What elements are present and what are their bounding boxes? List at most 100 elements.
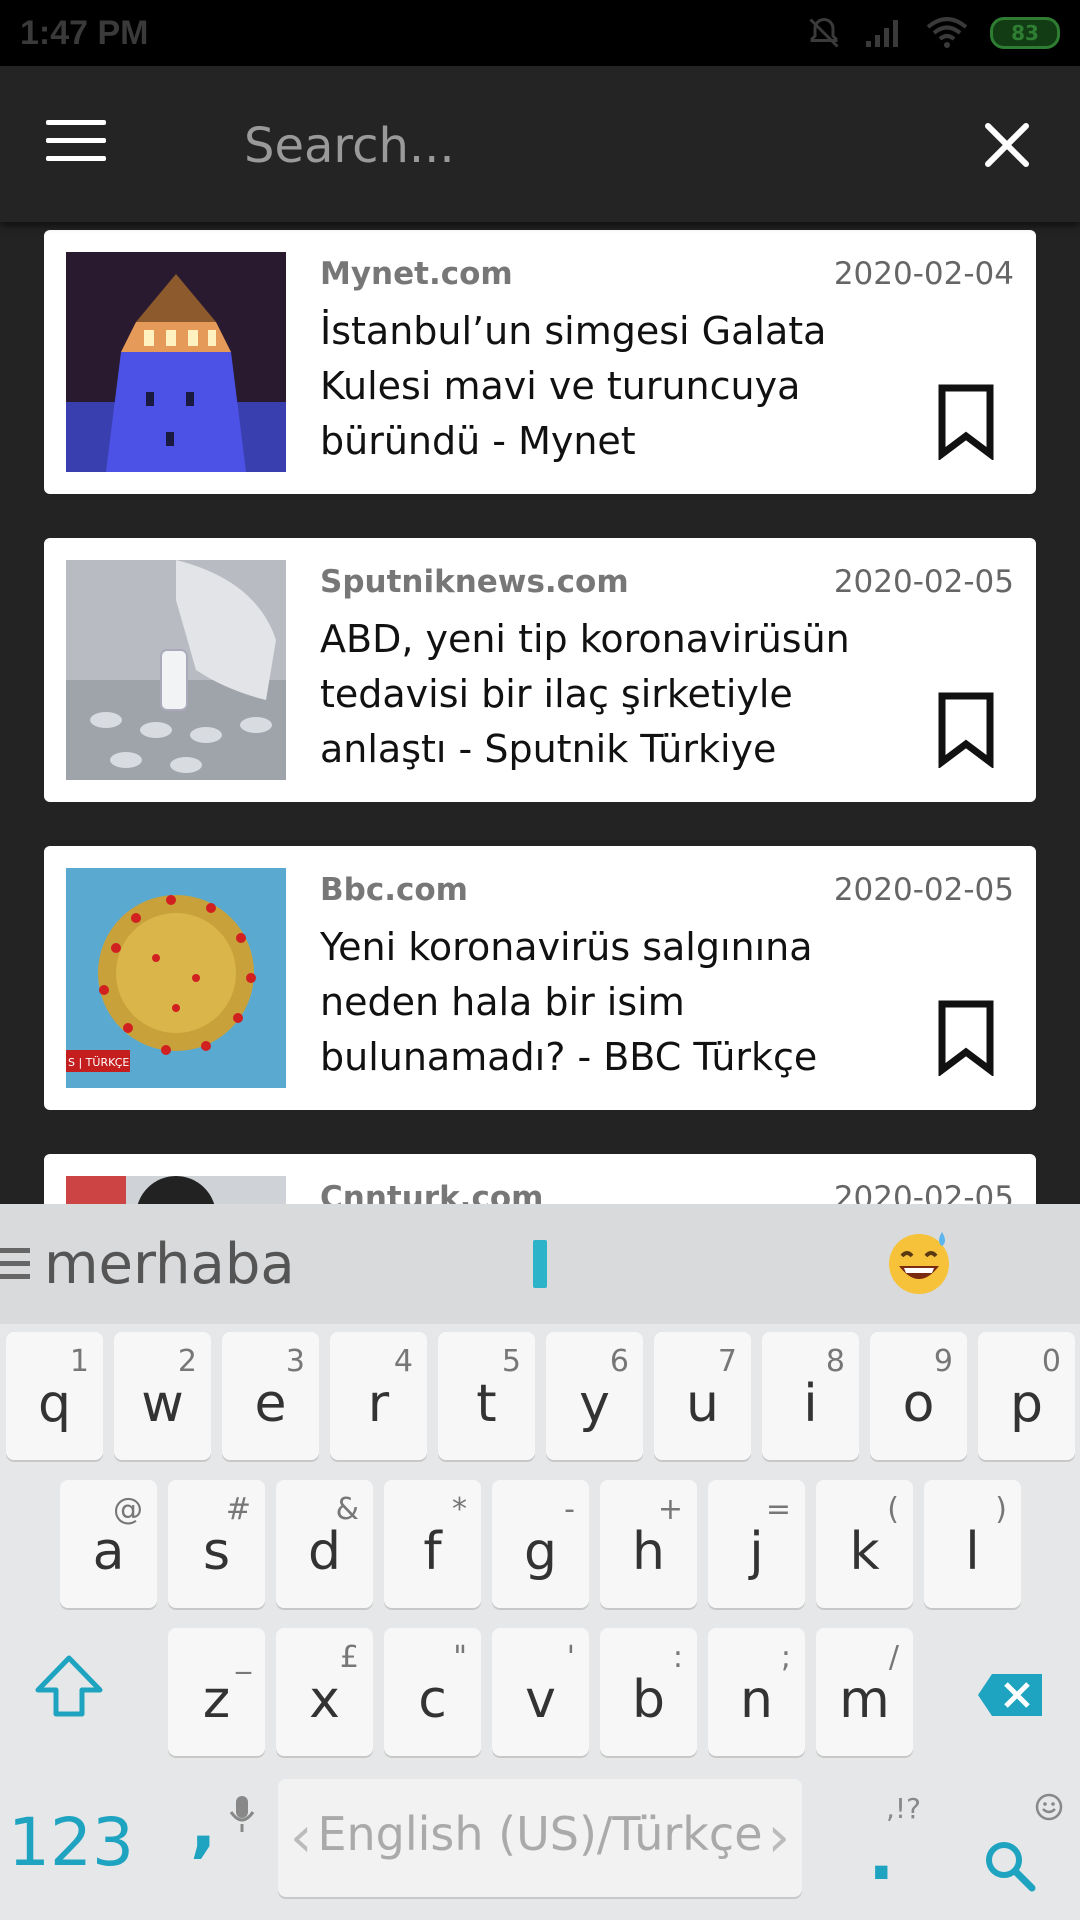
key-q[interactable]: 1q [6, 1332, 103, 1460]
key-label: b [631, 1670, 665, 1730]
key-label: v [525, 1670, 556, 1730]
article-thumbnail [66, 252, 286, 472]
suggestion-menu-icon[interactable] [0, 1248, 30, 1287]
article-source: Bbc.com [320, 872, 468, 908]
key-c[interactable]: " c [384, 1628, 481, 1756]
key-l[interactable]: ) l [924, 1480, 1021, 1608]
space-key[interactable]: ‹ English (US)/Türkçe › [278, 1779, 802, 1897]
key-label: c [418, 1670, 447, 1730]
menu-icon[interactable] [46, 120, 106, 166]
app-toolbar [0, 66, 1080, 222]
text-cursor-icon [533, 1240, 547, 1288]
key-r[interactable]: 4r [330, 1332, 427, 1460]
key-b[interactable]: :b [600, 1628, 697, 1756]
wifi-icon [926, 17, 968, 48]
article-source: Mynet.com [320, 256, 513, 292]
key-label: w [141, 1374, 184, 1434]
key-h[interactable]: + h [600, 1480, 697, 1608]
key-o[interactable]: 9o [870, 1332, 967, 1460]
key-label: e [254, 1374, 287, 1434]
close-icon[interactable] [982, 120, 1032, 170]
emoji-sweat-smile-icon[interactable] [884, 1226, 954, 1296]
key-label: f [423, 1522, 442, 1582]
key-label: h [632, 1522, 665, 1582]
key-i[interactable]: 8i [762, 1332, 859, 1460]
backspace-icon[interactable] [976, 1672, 1044, 1718]
key-label: a [92, 1522, 125, 1582]
article-thumbnail [66, 1176, 286, 1204]
key-label: o [902, 1374, 935, 1434]
news-card[interactable]: S | TÜRKÇE Bbc.com 2020-02-05 Yeni koron… [44, 846, 1036, 1110]
soft-keyboard: merhaba 1 q 2 w 3 e 4 r 5 t 6 y 7 u 8 i 9 o 0 p @ a # s & d * f - g + h… [0, 1204, 1080, 1920]
news-card[interactable]: Sputniknews.com 2020-02-05 ABD, yeni tip… [44, 538, 1036, 802]
period-key[interactable]: ,!? . [858, 1792, 948, 1896]
key-w[interactable]: 2w [114, 1332, 211, 1460]
status-bar: 1:47 PM 83 [0, 0, 1080, 66]
key-label: m [839, 1670, 890, 1730]
bookmark-icon[interactable] [936, 692, 996, 768]
article-headline: İstanbul’un simgesi Galata Kulesi mavi v… [320, 309, 827, 463]
key-f[interactable]: * f [384, 1480, 481, 1608]
key-g[interactable]: -g [492, 1480, 589, 1608]
status-icons: 83 [806, 15, 1060, 51]
smiley-icon[interactable] [1034, 1792, 1064, 1822]
article-thumbnail: S | TÜRKÇE [66, 868, 286, 1088]
key-j[interactable]: = j [708, 1480, 805, 1608]
microphone-icon[interactable] [228, 1794, 256, 1834]
space-key-label: English (US)/Türkçe [317, 1807, 763, 1861]
key-label: q [37, 1374, 71, 1434]
signal-icon [866, 20, 898, 47]
key-label: n [740, 1670, 773, 1730]
bookmark-icon[interactable] [936, 384, 996, 460]
article-date: 2020-02-05 [833, 564, 1014, 600]
key-z[interactable]: _ z [168, 1628, 265, 1756]
key-label: t [476, 1374, 497, 1434]
search-icon[interactable] [982, 1838, 1038, 1894]
comma-key[interactable]: , [190, 1784, 217, 1866]
battery-indicator: 83 [990, 17, 1060, 49]
key-label: z [202, 1670, 231, 1730]
shift-icon[interactable] [34, 1654, 104, 1718]
suggestion-bar: merhaba [0, 1204, 1080, 1324]
key-d[interactable]: & d [276, 1480, 373, 1608]
key-y[interactable]: 6y [546, 1332, 643, 1460]
key-x[interactable]: £ x [276, 1628, 373, 1756]
key-u[interactable]: 7u [654, 1332, 751, 1460]
search-input[interactable] [244, 106, 924, 186]
article-source: Cnnturk.com [320, 1180, 544, 1204]
key-label: l [965, 1522, 980, 1582]
article-date: 2020-02-05 [833, 1180, 1014, 1204]
suggestion-word[interactable]: merhaba [44, 1232, 295, 1297]
article-date: 2020-02-04 [833, 256, 1014, 292]
key-s[interactable]: # s [168, 1480, 265, 1608]
news-card[interactable]: Mynet.com 2020-02-04 İstanbul’un simgesi… [44, 230, 1036, 494]
news-feed[interactable]: Mynet.com 2020-02-04 İstanbul’un simgesi… [0, 222, 1080, 1204]
key-label: x [309, 1670, 340, 1730]
key-n[interactable]: ; n [708, 1628, 805, 1756]
news-card[interactable]: Cnnturk.com 2020-02-05 [44, 1154, 1036, 1204]
key-k[interactable]: (k [816, 1480, 913, 1608]
numbers-key[interactable]: 123 [8, 1804, 134, 1881]
key-label: j [749, 1522, 764, 1582]
key-a[interactable]: @ a [60, 1480, 157, 1608]
key-v[interactable]: ' v [492, 1628, 589, 1756]
article-headline: Yeni koronavirüs salgınına neden hala bi… [320, 925, 818, 1079]
article-thumbnail [66, 560, 286, 780]
key-label: k [849, 1522, 880, 1582]
key-t[interactable]: 5t [438, 1332, 535, 1460]
key-e[interactable]: 3e [222, 1332, 319, 1460]
key-label: d [307, 1522, 341, 1582]
article-headline: ABD, yeni tip koronavirüsün tedavisi bir… [320, 617, 850, 771]
key-label: i [803, 1374, 818, 1434]
key-m[interactable]: / m [816, 1628, 913, 1756]
key-label: p [1009, 1374, 1043, 1434]
key-label: r [367, 1374, 390, 1434]
key-label: s [202, 1522, 231, 1582]
article-date: 2020-02-05 [833, 872, 1014, 908]
key-label: u [686, 1374, 719, 1434]
key-label: g [523, 1522, 557, 1582]
bell-off-icon [809, 17, 839, 48]
key-p[interactable]: 0p [978, 1332, 1075, 1460]
chevron-right-icon: › [767, 1805, 790, 1870]
bookmark-icon[interactable] [936, 1000, 996, 1076]
